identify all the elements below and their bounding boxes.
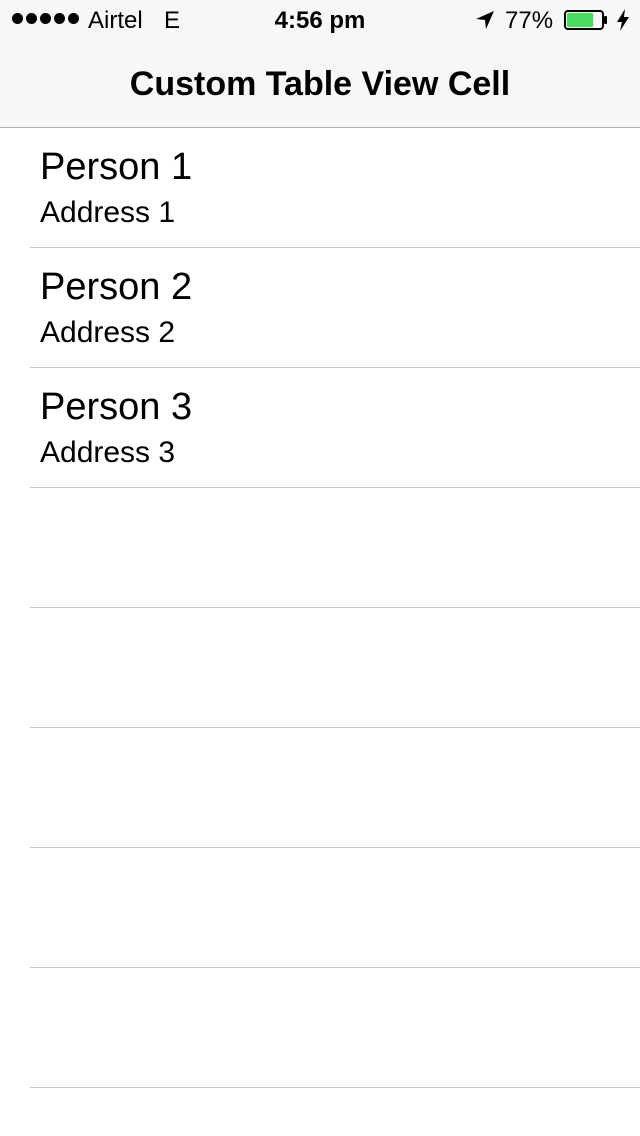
table-row[interactable]: Person 3 Address 3: [0, 368, 640, 488]
table-view[interactable]: Person 1 Address 1 Person 2 Address 2 Person…: [0, 128, 640, 1136]
person-address: Address 2: [40, 316, 176, 349]
empty-table-row: [0, 848, 640, 968]
person-address: Address 3: [40, 436, 176, 469]
empty-table-row: [0, 728, 640, 848]
table-row[interactable]: Person 1 Address 1: [0, 128, 640, 248]
nav-title: Custom Table View Cell: [129, 65, 511, 103]
charging-bolt-icon: [617, 9, 629, 31]
battery-icon: [564, 10, 607, 30]
person-name: Person 3: [40, 386, 193, 428]
location-arrow-icon: [476, 11, 494, 29]
person-address: Address 1: [40, 196, 176, 229]
table-row[interactable]: Person 2 Address 2: [0, 248, 640, 368]
battery-percent: 77%: [505, 7, 554, 34]
empty-table-row: [0, 608, 640, 728]
person-name: Person 2: [40, 266, 193, 308]
app-screen: Airtel E 4:56 pm 77% Custom Table View C…: [0, 0, 640, 1136]
top-bar: Airtel E 4:56 pm 77% Custom Table View C…: [0, 0, 640, 128]
status-bar: Airtel E 4:56 pm 77%: [0, 0, 640, 40]
person-name: Person 1: [40, 146, 193, 188]
empty-table-row: [0, 488, 640, 608]
empty-table-row: [0, 968, 640, 1088]
